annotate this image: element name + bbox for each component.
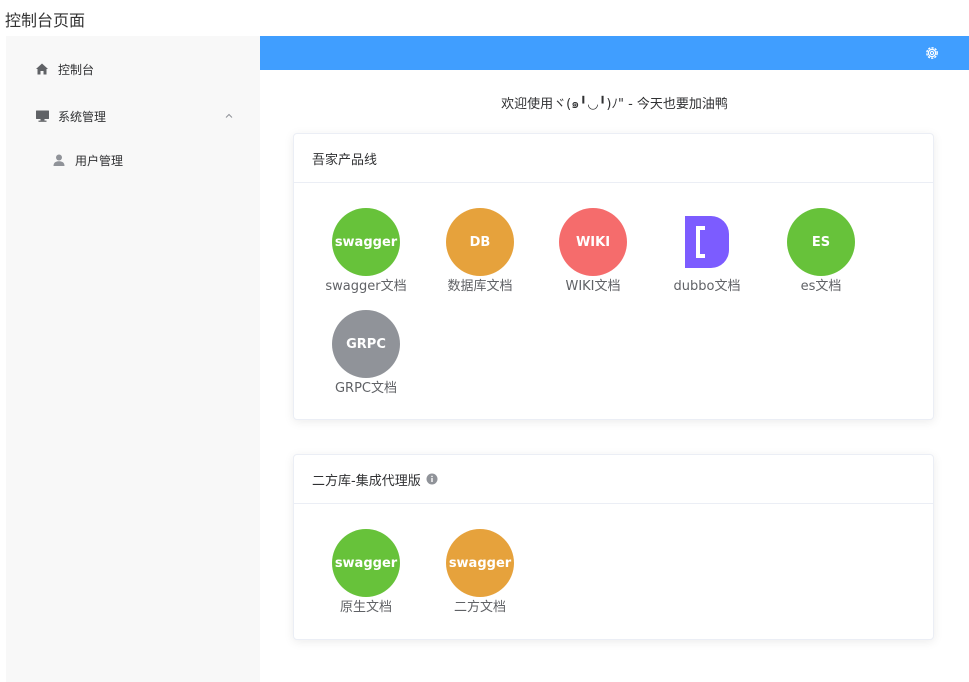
db-badge-icon: DB (446, 208, 514, 276)
card-header: 吾家产品线 (294, 134, 933, 183)
tile-label: 二方文档 (453, 600, 506, 615)
info-icon[interactable] (426, 473, 438, 485)
tile-label: swagger文档 (325, 279, 407, 294)
tile-grpc-docs[interactable]: GRPC GRPC文档 (311, 310, 421, 398)
tile-label: GRPC文档 (334, 381, 398, 396)
welcome-message: 欢迎使用ヾ(๑╹◡╹)ﾉ" - 今天也要加油鸭 (501, 97, 728, 112)
tile-label: WIKI文档 (565, 279, 621, 294)
tile-label: dubbo文档 (673, 279, 741, 294)
swagger-badge-icon: swagger (332, 208, 400, 276)
sidebar-item-user-management[interactable]: 用户管理 (6, 140, 260, 180)
card-title: 二方库-集成代理版 (312, 473, 421, 489)
card-header: 二方库-集成代理版 (294, 455, 933, 504)
tile-es-docs[interactable]: ES es文档 (766, 208, 876, 296)
grpc-badge-icon: GRPC (332, 310, 400, 378)
tile-second-party-docs[interactable]: swagger 二方文档 (425, 529, 535, 617)
dubbo-bracket-icon (673, 208, 741, 276)
tile-database-docs[interactable]: DB 数据库文档 (425, 208, 535, 296)
sidebar-item-label: 控制台 (58, 62, 95, 77)
sidebar-item-label: 用户管理 (75, 153, 124, 168)
card-title: 吾家产品线 (312, 152, 378, 168)
sidebar-item-system-management[interactable]: 系统管理 (6, 96, 260, 136)
top-header-bar (260, 36, 969, 70)
gear-icon[interactable] (924, 45, 940, 61)
tile-dubbo-docs[interactable]: dubbo文档 (652, 208, 762, 296)
tile-label: 原生文档 (339, 600, 392, 615)
swagger-badge-icon: swagger (332, 529, 400, 597)
es-badge-icon: ES (787, 208, 855, 276)
tile-label: 数据库文档 (447, 279, 513, 294)
swagger-badge-icon: swagger (446, 529, 514, 597)
chevron-up-icon[interactable] (224, 110, 234, 120)
second-party-library-card: 二方库-集成代理版 swagger 原生文档 swagger 二方文档 (293, 454, 934, 640)
user-icon (51, 152, 67, 168)
tile-label: es文档 (800, 279, 842, 294)
monitor-icon (34, 108, 50, 124)
page-caption: 控制台页面 (5, 11, 86, 30)
wiki-badge-icon: WIKI (559, 208, 627, 276)
tile-swagger-docs[interactable]: swagger swagger文档 (311, 208, 421, 296)
sidebar: 控制台 系统管理 用户管理 (6, 36, 260, 682)
product-line-card: 吾家产品线 swagger swagger文档 DB 数据库文档 WIKI WI… (293, 133, 934, 420)
tile-native-docs[interactable]: swagger 原生文档 (311, 529, 421, 617)
home-icon (34, 61, 50, 77)
tile-wiki-docs[interactable]: WIKI WIKI文档 (538, 208, 648, 296)
sidebar-item-dashboard[interactable]: 控制台 (6, 49, 260, 89)
sidebar-item-label: 系统管理 (58, 109, 107, 124)
